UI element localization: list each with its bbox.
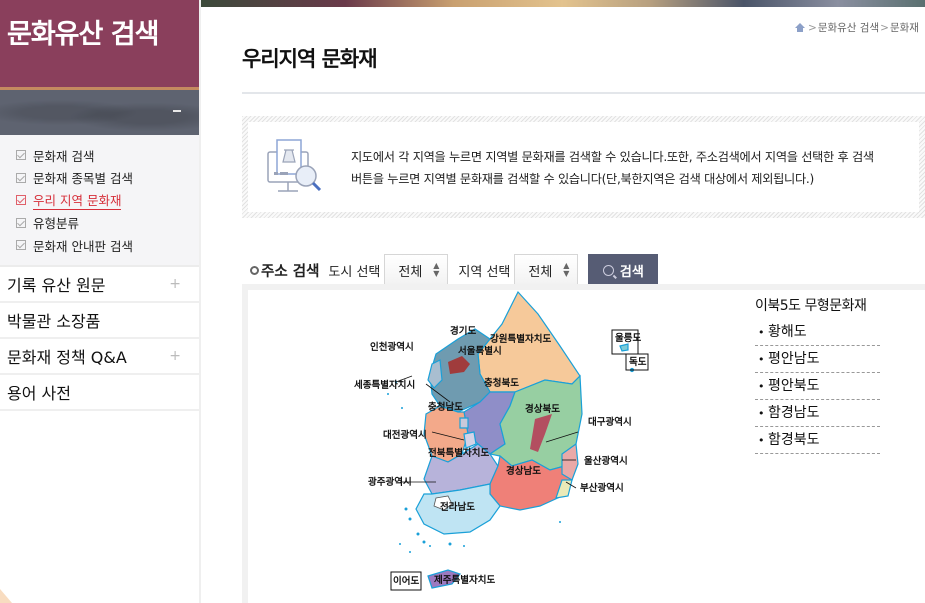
- divider: [242, 92, 925, 94]
- info-box: 지도에서 각 지역을 누르면 지역별 문화재를 검색할 수 있습니다.또한, 주…: [242, 116, 925, 218]
- corner-decoration: [0, 589, 12, 603]
- map-label-sejong[interactable]: 세종특별자치시: [354, 379, 415, 391]
- list-item-pyeongbuk[interactable]: 평안북도: [755, 373, 880, 400]
- map-label-jeju[interactable]: 제주특별자치도: [434, 574, 495, 586]
- map-label-jeonnam[interactable]: 전라남도: [440, 501, 475, 513]
- sidebar-submenu: 문화재 검색 문화재 종목별 검색 우리 지역 문화재 유형분류 문화재 안내판…: [0, 135, 199, 267]
- map-label-ieodo[interactable]: 이어도: [393, 575, 419, 587]
- sidebar: 문화유산 검색 문화재 검색 문화재 종목별 검색 우리 지역 문화재 유형분류…: [0, 0, 201, 603]
- map-label-ulsan[interactable]: 울산광역시: [584, 455, 628, 467]
- sidebar-item-glossary[interactable]: 용어 사전: [0, 375, 199, 411]
- checkbox-icon: [16, 172, 26, 183]
- collapse-icon[interactable]: [173, 110, 181, 112]
- sidebar-main-menu: 기록 유산 원문 + 박물관 소장품 문화재 정책 Q&A + 용어 사전: [0, 267, 199, 411]
- map-label-ulleungdo[interactable]: 울릉도: [615, 332, 641, 344]
- map-label-busan[interactable]: 부산광역시: [580, 482, 624, 494]
- sidebar-item-records[interactable]: 기록 유산 원문 +: [0, 267, 199, 303]
- search-icon: [602, 264, 614, 276]
- map-label-chungnam[interactable]: 충청남도: [428, 401, 463, 413]
- breadcrumb-item[interactable]: 문화재: [890, 20, 919, 35]
- plus-icon[interactable]: +: [169, 276, 181, 292]
- checkbox-icon: [16, 240, 26, 251]
- north-korea-heading: 이북5도 무형문화재: [755, 298, 867, 314]
- map-label-gyeongnam[interactable]: 경상남도: [506, 465, 541, 477]
- map-label-gangwon[interactable]: 강원특별자치도: [490, 333, 551, 345]
- checkbox-icon: [16, 217, 26, 228]
- map-label-daegu[interactable]: 대구광역시: [588, 416, 632, 428]
- list-item-hambuk[interactable]: 함경북도: [755, 427, 880, 454]
- sidebar-item-museum[interactable]: 박물관 소장품: [0, 303, 199, 339]
- list-item-pyeongnam[interactable]: 평안남도: [755, 346, 880, 373]
- north-korea-list: 이북5도 무형문화재 황해도 평안남도 평안북도 함경남도 함경북도: [755, 295, 880, 454]
- map-region-sejong[interactable]: [459, 417, 469, 429]
- map-label-jeonbuk[interactable]: 전북특별자치도: [428, 447, 489, 459]
- sidebar-title: 문화유산 검색: [0, 0, 199, 90]
- map-label-dokdo[interactable]: 독도: [629, 357, 647, 368]
- sidebar-section-header[interactable]: [0, 90, 199, 135]
- top-banner-image: [200, 0, 925, 7]
- bullet-icon: [250, 265, 259, 275]
- select-arrows-icon: ▲ ▼: [433, 261, 440, 278]
- page-title: 우리지역 문화재: [242, 47, 378, 71]
- select-arrows-icon: ▲ ▼: [563, 261, 570, 278]
- korea-map: 경기도 서울특별시 인천광역시 강원특별자치도 충청북도 세종특별자치시 충청남…: [354, 290, 649, 591]
- search-button[interactable]: 검색: [588, 254, 659, 286]
- home-icon[interactable]: [795, 23, 805, 32]
- submenu-item-type-classification[interactable]: 유형분류: [0, 212, 199, 235]
- search-section-title: 주소 검색: [261, 263, 320, 280]
- checkbox-icon: [16, 150, 26, 161]
- city-select[interactable]: 전체 ▲ ▼: [384, 254, 449, 286]
- checkbox-icon: [16, 195, 26, 206]
- address-search-bar: 주소 검색 도시 선택 전체 ▲ ▼ 지역 선택 전체 ▲ ▼ 검색: [250, 254, 659, 286]
- map-label-chungbuk[interactable]: 충청북도: [484, 377, 519, 389]
- sidebar-item-policy-qa[interactable]: 문화재 정책 Q&A +: [0, 339, 199, 375]
- region-select[interactable]: 전체 ▲ ▼: [514, 254, 579, 286]
- submenu-item-signboard-search[interactable]: 문화재 안내판 검색: [0, 234, 199, 257]
- map-region-daejeon[interactable]: [463, 431, 477, 449]
- submenu-item-heritage-search[interactable]: 문화재 검색: [0, 144, 199, 167]
- info-text: 지도에서 각 지역을 누르면 지역별 문화재를 검색할 수 있습니다.또한, 주…: [351, 150, 874, 186]
- list-item-hamnam[interactable]: 함경남도: [755, 400, 880, 427]
- breadcrumb-item[interactable]: 문화유산 검색: [818, 20, 879, 35]
- map-label-gyeongbuk[interactable]: 경상북도: [525, 403, 560, 415]
- submenu-item-category-search[interactable]: 문화재 종목별 검색: [0, 167, 199, 190]
- city-select-label: 도시 선택: [328, 264, 381, 280]
- breadcrumb: > 문화유산 검색 > 문화재: [795, 20, 919, 35]
- plus-icon[interactable]: +: [169, 348, 181, 364]
- map-label-gyeonggi[interactable]: 경기도: [450, 325, 476, 337]
- map-label-incheon[interactable]: 인천광역시: [370, 341, 414, 353]
- submenu-item-local-heritage[interactable]: 우리 지역 문화재: [0, 189, 199, 212]
- list-item-hwanghae[interactable]: 황해도: [755, 319, 880, 346]
- document-search-icon: [267, 139, 322, 192]
- map-label-gwangju[interactable]: 광주광역시: [368, 476, 412, 488]
- region-select-label: 지역 선택: [458, 264, 511, 280]
- map-label-daejeon[interactable]: 대전광역시: [383, 429, 427, 441]
- map-label-seoul[interactable]: 서울특별시: [458, 345, 502, 357]
